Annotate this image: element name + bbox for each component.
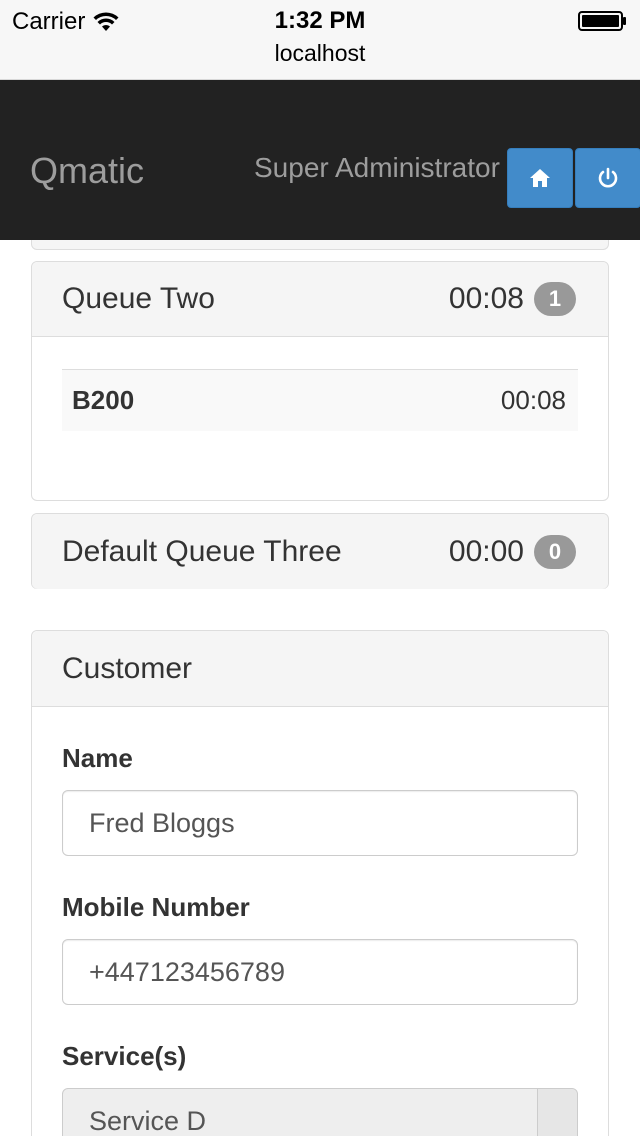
queue-panel: Default Queue Three 00:00 0 — [31, 513, 609, 589]
queue-meta: 00:08 1 — [449, 282, 576, 316]
mobile-number-field[interactable] — [62, 939, 578, 1005]
queue-meta: 00:00 0 — [448, 534, 576, 569]
ticket-row[interactable]: B200 00:08 — [62, 369, 578, 431]
services-selected-value: Service D — [89, 1105, 207, 1136]
logout-button[interactable] — [575, 148, 640, 208]
name-label: Name — [62, 743, 133, 773]
user-role-label: Super Administrator — [254, 152, 500, 183]
queue-panel: Queue Two 00:08 1 B200 00:08 — [31, 261, 609, 501]
ios-status-bar: Carrier 1:32 PM localhost — [0, 0, 640, 80]
home-icon — [530, 169, 550, 187]
services-label: Service(s) — [62, 1041, 187, 1071]
queue-wait-time: 00:08 — [448, 282, 524, 315]
queue-header[interactable]: Default Queue Three 00:00 0 — [32, 514, 608, 589]
queue-name: Queue Two — [62, 282, 215, 315]
battery-icon — [578, 11, 626, 31]
queue-count-badge: 1 — [534, 282, 576, 316]
queue-header[interactable]: Queue Two 00:08 1 — [32, 262, 608, 337]
name-field[interactable] — [62, 790, 578, 856]
queue-count-badge: 0 — [534, 534, 576, 569]
queue-name: Default Queue Three — [62, 534, 342, 568]
customer-panel: Customer Name Mobile Number Service(s) S… — [31, 630, 609, 1136]
main-content: Queue Two 00:08 1 B200 00:08 Default Que… — [0, 240, 640, 1136]
ticket-wait-time: 00:08 — [500, 385, 566, 415]
status-clock: 1:32 PM — [274, 7, 366, 34]
brand-logo[interactable]: Qmatic — [30, 150, 144, 192]
home-button[interactable] — [507, 148, 573, 208]
customer-title: Customer — [62, 651, 193, 685]
services-select[interactable]: Service D ··· — [62, 1088, 578, 1136]
customer-header: Customer — [32, 631, 608, 707]
power-icon — [598, 167, 618, 188]
previous-panel-edge — [31, 240, 609, 250]
queue-wait-time: 00:00 — [448, 534, 524, 568]
ticket-id: B200 — [72, 385, 135, 415]
url-bar[interactable]: localhost — [0, 40, 640, 67]
customer-form: Name Mobile Number Service(s) Service D … — [32, 743, 608, 1136]
ellipsis-icon[interactable]: ··· — [537, 1089, 577, 1136]
app-navbar: Qmatic Super Administrator — [0, 80, 640, 240]
mobile-label: Mobile Number — [62, 892, 250, 922]
